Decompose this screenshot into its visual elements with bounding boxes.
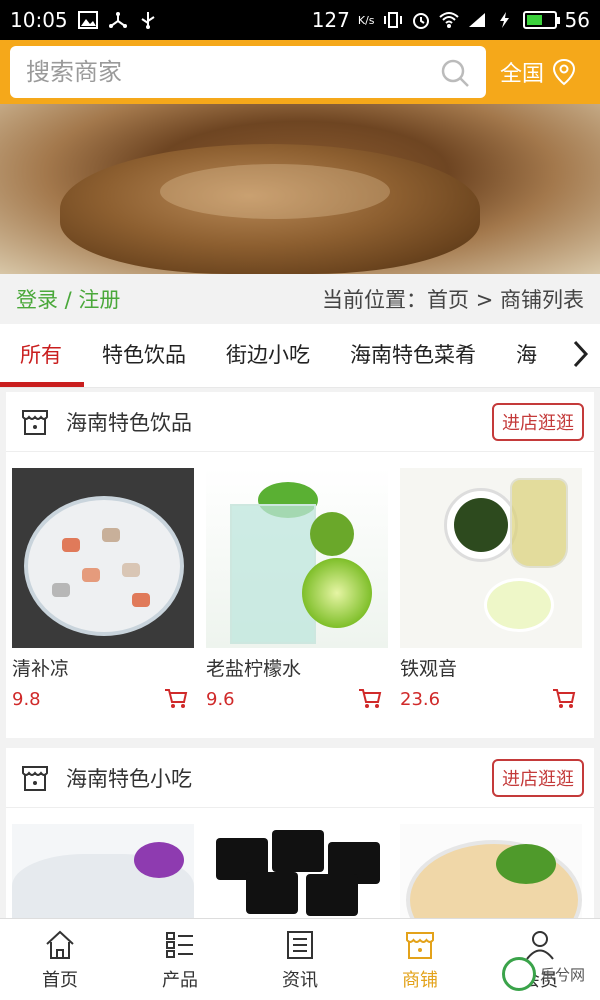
region-label: 全国 xyxy=(500,62,545,87)
tab-specialty-drinks[interactable]: 特色饮品 xyxy=(82,324,206,384)
store-card: 海南特色饮品 进店逛逛 清补凉 9.8 老盐柠檬水 9.6 铁观音 23.6 xyxy=(6,392,594,738)
nav-home-label: 首页 xyxy=(42,969,78,991)
tab-hainan-dishes[interactable]: 海南特色菜肴 xyxy=(330,324,496,384)
product-item[interactable] xyxy=(206,824,388,918)
tab-underline xyxy=(0,382,84,387)
location-pin-icon xyxy=(553,58,576,86)
product-image[interactable] xyxy=(400,468,582,648)
chevron-right-icon xyxy=(573,340,589,368)
product-item[interactable] xyxy=(400,824,582,918)
product-image[interactable] xyxy=(206,468,388,648)
product-name: 老盐柠檬水 xyxy=(206,658,302,680)
battery-icon xyxy=(522,11,560,29)
cart-icon[interactable] xyxy=(164,688,188,710)
watermark-text: 乐兮网 xyxy=(540,965,586,984)
breadcrumb: 当前位置：首页 > 商铺列表 xyxy=(322,288,584,312)
search-icon[interactable] xyxy=(440,58,470,88)
nav-news[interactable]: 资讯 xyxy=(240,919,360,1000)
product-item[interactable]: 老盐柠檬水 9.6 xyxy=(206,468,388,713)
watermark-icon xyxy=(502,957,536,991)
network-speed-unit: K/s xyxy=(357,13,375,27)
store-card-header: 海南特色小吃 进店逛逛 xyxy=(6,748,594,808)
vibrate-icon xyxy=(383,12,402,28)
battery-percent: 56 xyxy=(564,8,590,32)
tab-street-snacks[interactable]: 街边小吃 xyxy=(206,324,330,384)
store-icon xyxy=(406,931,434,959)
product-name: 清补凉 xyxy=(12,658,70,680)
product-name: 铁观音 xyxy=(400,658,458,680)
product-price: 9.8 xyxy=(12,688,41,710)
watermark-logo: 乐兮网 xyxy=(502,952,598,996)
usb-icon xyxy=(141,12,155,29)
nav-products[interactable]: 产品 xyxy=(120,919,240,1000)
alarm-icon xyxy=(412,13,429,29)
search-input[interactable] xyxy=(26,58,426,86)
list-icon xyxy=(166,931,193,958)
clock: 10:05 xyxy=(10,8,68,32)
region-selector[interactable]: 全国 xyxy=(500,40,600,104)
network-speed: 127 xyxy=(311,8,350,32)
nav-stores[interactable]: 商铺 xyxy=(360,919,480,1000)
signal-icon xyxy=(468,13,485,27)
cart-icon[interactable] xyxy=(552,688,576,710)
banner-image[interactable] xyxy=(0,104,600,274)
store-card-header: 海南特色饮品 进店逛逛 xyxy=(6,392,594,452)
tab-more[interactable]: 海 xyxy=(496,324,557,384)
login-register-link[interactable]: 登录 / 注册 xyxy=(16,284,120,314)
product-price: 23.6 xyxy=(400,688,441,710)
store-icon xyxy=(22,409,48,435)
product-image[interactable] xyxy=(12,468,194,648)
store-name[interactable]: 海南特色小吃 xyxy=(66,763,192,793)
store-icon xyxy=(22,765,48,791)
nav-stores-label: 商铺 xyxy=(402,969,438,991)
banner-shine xyxy=(160,164,390,219)
news-icon xyxy=(287,930,313,959)
category-tabs: 所有 特色饮品 街边小吃 海南特色菜肴 海 xyxy=(0,324,600,388)
product-price: 9.6 xyxy=(206,688,235,710)
charging-icon xyxy=(499,12,509,28)
store-card: 海南特色小吃 进店逛逛 xyxy=(6,748,594,918)
product-item[interactable]: 铁观音 23.6 xyxy=(400,468,582,713)
nav-home[interactable]: 首页 xyxy=(0,919,120,1000)
header: 全国 xyxy=(0,40,600,104)
visit-store-button[interactable]: 进店逛逛 xyxy=(492,402,584,441)
nav-news-label: 资讯 xyxy=(282,969,318,991)
tabs-scroll-button[interactable] xyxy=(560,324,600,384)
search-box[interactable] xyxy=(10,46,486,98)
product-image[interactable] xyxy=(400,824,582,918)
share-icon xyxy=(108,12,127,28)
product-image[interactable] xyxy=(206,824,388,918)
product-image[interactable] xyxy=(12,824,194,918)
status-bar: 10:05 127 K/s 56 xyxy=(0,0,600,40)
product-item[interactable] xyxy=(12,824,194,918)
nav-products-label: 产品 xyxy=(162,969,198,991)
store-name[interactable]: 海南特色饮品 xyxy=(66,407,192,437)
info-row: 登录 / 注册 当前位置：首页 > 商铺列表 xyxy=(0,274,600,324)
cart-icon[interactable] xyxy=(358,688,382,710)
product-item[interactable]: 清补凉 9.8 xyxy=(12,468,194,713)
visit-store-button[interactable]: 进店逛逛 xyxy=(492,758,584,797)
wifi-icon xyxy=(438,12,459,28)
tab-all[interactable]: 所有 xyxy=(0,324,82,384)
image-icon xyxy=(77,11,98,29)
home-icon xyxy=(46,930,74,959)
